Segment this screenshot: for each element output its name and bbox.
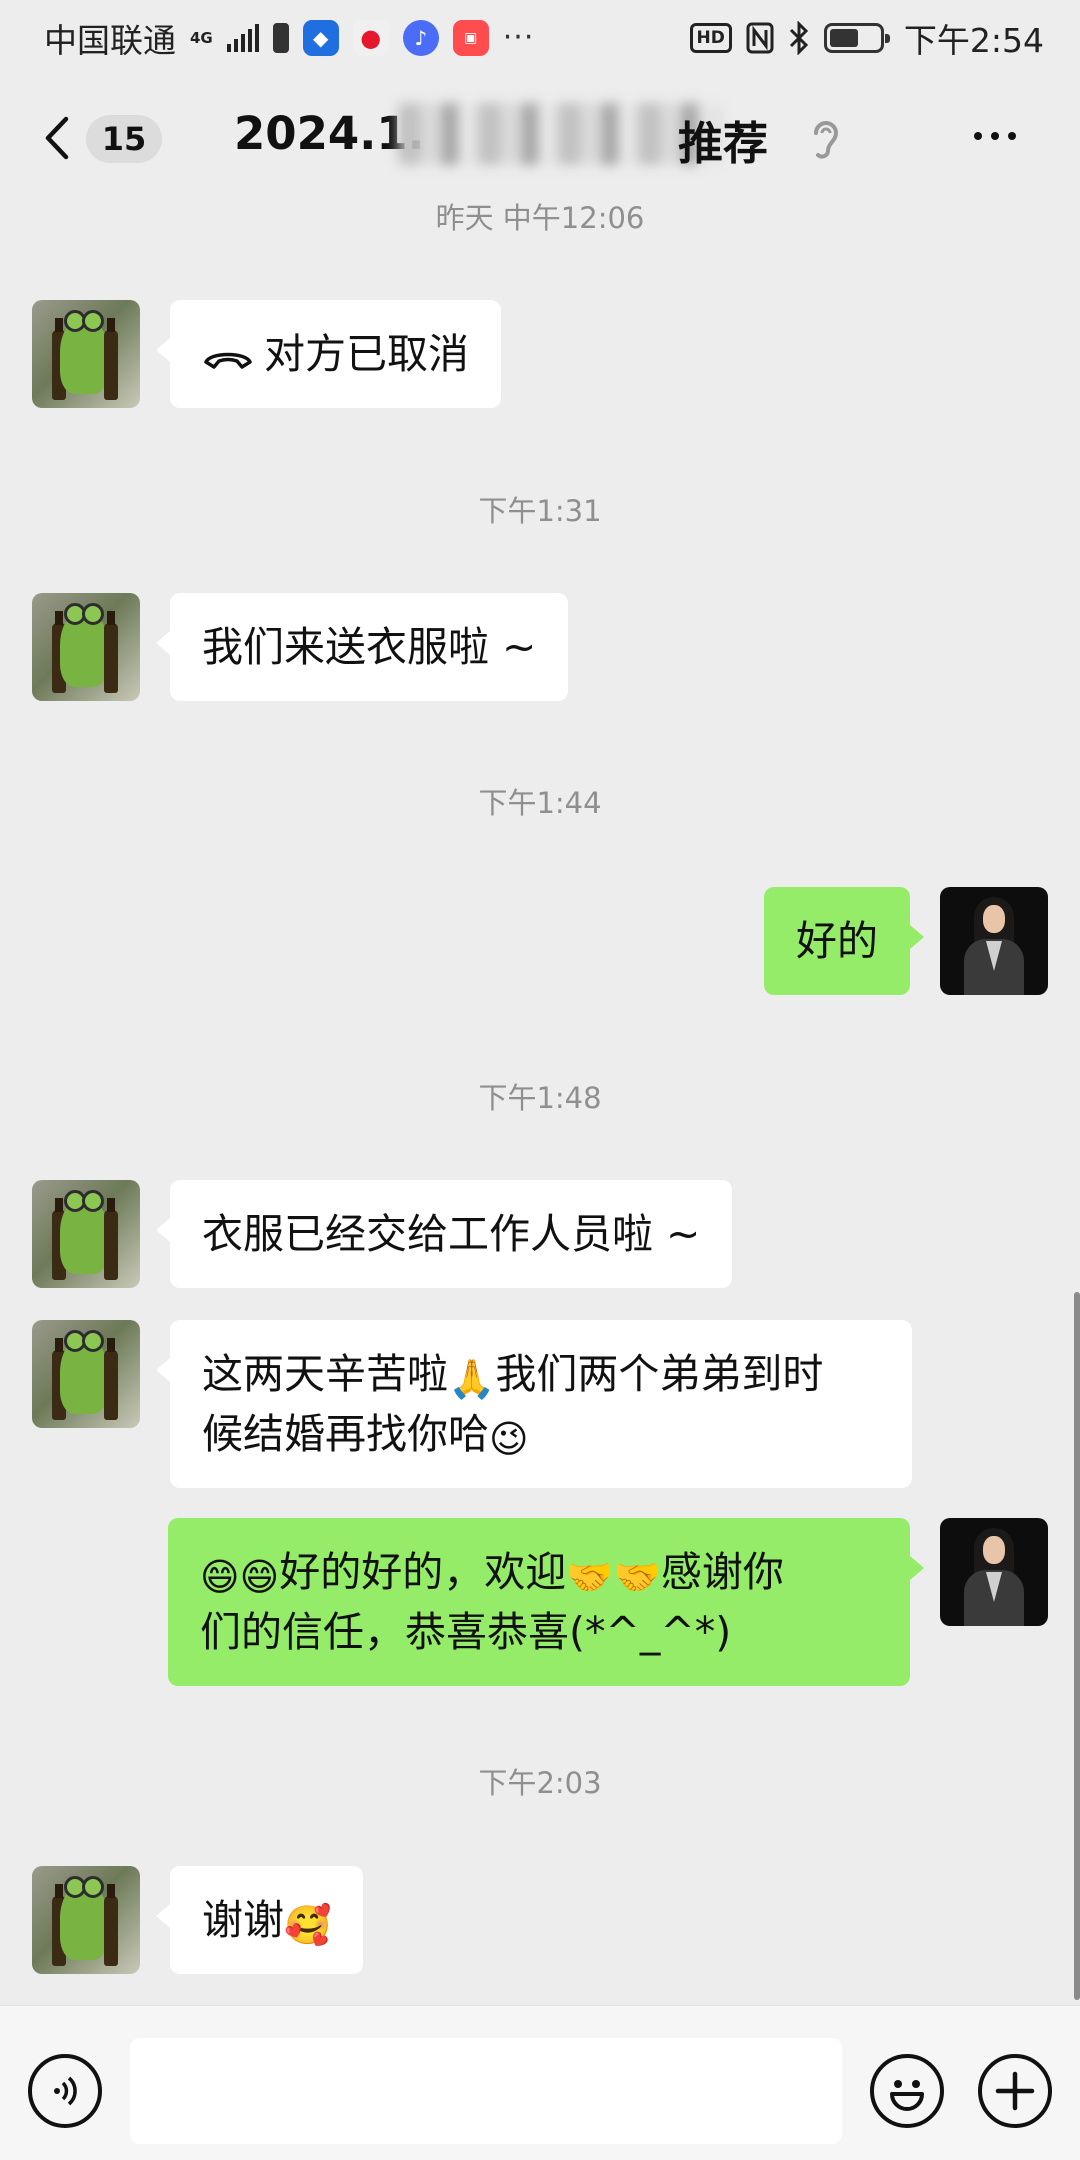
more-button[interactable] [974, 121, 1034, 151]
chat-title: 2024.1. [234, 107, 425, 160]
scrollbar[interactable] [1074, 1292, 1080, 2000]
message-text: 对方已取消 [264, 330, 469, 378]
timestamp: 下午1:44 [478, 786, 602, 820]
message-list[interactable]: 昨天 中午12:06 对方已取消 下午1:31 我们来送衣服啦 ~ 下午1:44… [0, 200, 1080, 2005]
back-button[interactable] [40, 113, 80, 163]
music-app-icon: ♪ [402, 19, 439, 56]
carrier-label: 中国联通 [44, 20, 176, 60]
message-text: 这两天辛苦啦 [202, 1350, 448, 1398]
outgoing-message[interactable]: 😄😄好的好的，欢迎🤝🤝感谢你 们的信任，恭喜恭喜(*^_^*) [168, 1518, 924, 1686]
contact-avatar[interactable] [32, 1180, 140, 1288]
message-text: 我们来送衣服啦 ~ [202, 623, 537, 671]
wink-emoji: 😉 [489, 1417, 529, 1461]
message-text: 衣服已经交给工作人员啦 ~ [202, 1210, 701, 1258]
message-input[interactable] [130, 2038, 842, 2144]
more-functions-button[interactable] [978, 2054, 1052, 2128]
message-text: 我们两个弟弟到时 [495, 1350, 824, 1398]
message-text: 感谢你 [660, 1548, 784, 1596]
message-text: 候结婚再找你哈 [202, 1410, 489, 1458]
pray-emoji: 🙏 [448, 1357, 496, 1401]
handshake-emoji: 🤝🤝 [566, 1555, 661, 1599]
clock: 下午2:54 [903, 20, 1044, 60]
nfc-icon [746, 22, 774, 53]
more-icon [974, 132, 982, 140]
smile-emoji: 🥰 [284, 1903, 332, 1947]
status-bar: 中国联通 4G ◆ ● ♪ ▣ ··· HD 下午2:54 [0, 0, 1080, 75]
hd-icon: HD [689, 22, 732, 53]
plus-icon [995, 2071, 1035, 2111]
my-avatar[interactable] [940, 1518, 1048, 1626]
message-text: 好的 [796, 917, 878, 965]
redacted-title-mask [398, 103, 720, 165]
chat-screen: 中国联通 4G ◆ ● ♪ ▣ ··· HD 下午2:54 15 2024.1.… [0, 0, 1080, 2160]
bluetooth-icon [789, 20, 809, 55]
contact-avatar[interactable] [32, 1866, 140, 1974]
message-text: 谢谢 [202, 1896, 284, 1944]
emoji-button[interactable] [870, 2054, 944, 2128]
weibo-app-icon: ● [352, 19, 389, 56]
more-notifications-icon: ··· [502, 20, 535, 55]
message-text: 好的好的，欢迎 [279, 1548, 567, 1596]
incoming-message[interactable]: 衣服已经交给工作人员啦 ~ [155, 1180, 733, 1288]
shield-app-icon: ◆ [302, 19, 339, 56]
incoming-message[interactable]: 谢谢🥰 [155, 1866, 364, 1974]
ear-icon [814, 121, 839, 159]
signal-icon [226, 23, 259, 52]
shop-app-icon: ▣ [452, 19, 489, 56]
incoming-message[interactable]: 这两天辛苦啦🙏我们两个弟弟到时 候结婚再找你哈😉 [156, 1320, 912, 1488]
unread-count-badge[interactable]: 15 [86, 115, 162, 163]
timestamp: 下午1:31 [478, 494, 602, 528]
chat-title-end: 推荐 [678, 117, 769, 170]
my-avatar[interactable] [940, 887, 1048, 995]
contact-avatar[interactable] [32, 1320, 140, 1428]
outgoing-message[interactable]: 好的 [764, 887, 924, 995]
input-bar [0, 2005, 1080, 2160]
timestamp: 下午1:48 [478, 1081, 602, 1115]
emoji-icon [890, 2080, 924, 2111]
voice-icon [54, 2076, 77, 2106]
timestamp: 昨天 中午12:06 [435, 201, 645, 235]
contact-avatar[interactable] [32, 593, 140, 701]
battery-icon [823, 22, 890, 53]
hang-up-icon [204, 352, 252, 369]
message-text: 们的信任，恭喜恭喜(*^_^*) [200, 1608, 732, 1656]
call-cancelled-message[interactable]: 对方已取消 [156, 300, 501, 408]
timestamp: 下午2:03 [478, 1766, 602, 1800]
chat-header: 15 2024.1. 推荐 [0, 75, 1080, 200]
network-type: 4G [190, 28, 213, 47]
grin-emoji: 😄😄 [200, 1555, 280, 1599]
contact-avatar[interactable] [32, 300, 140, 408]
back-arrow-icon [45, 116, 69, 160]
incoming-message[interactable]: 我们来送衣服啦 ~ [155, 593, 569, 701]
alert-icon [272, 22, 289, 53]
voice-button[interactable] [28, 2054, 102, 2128]
